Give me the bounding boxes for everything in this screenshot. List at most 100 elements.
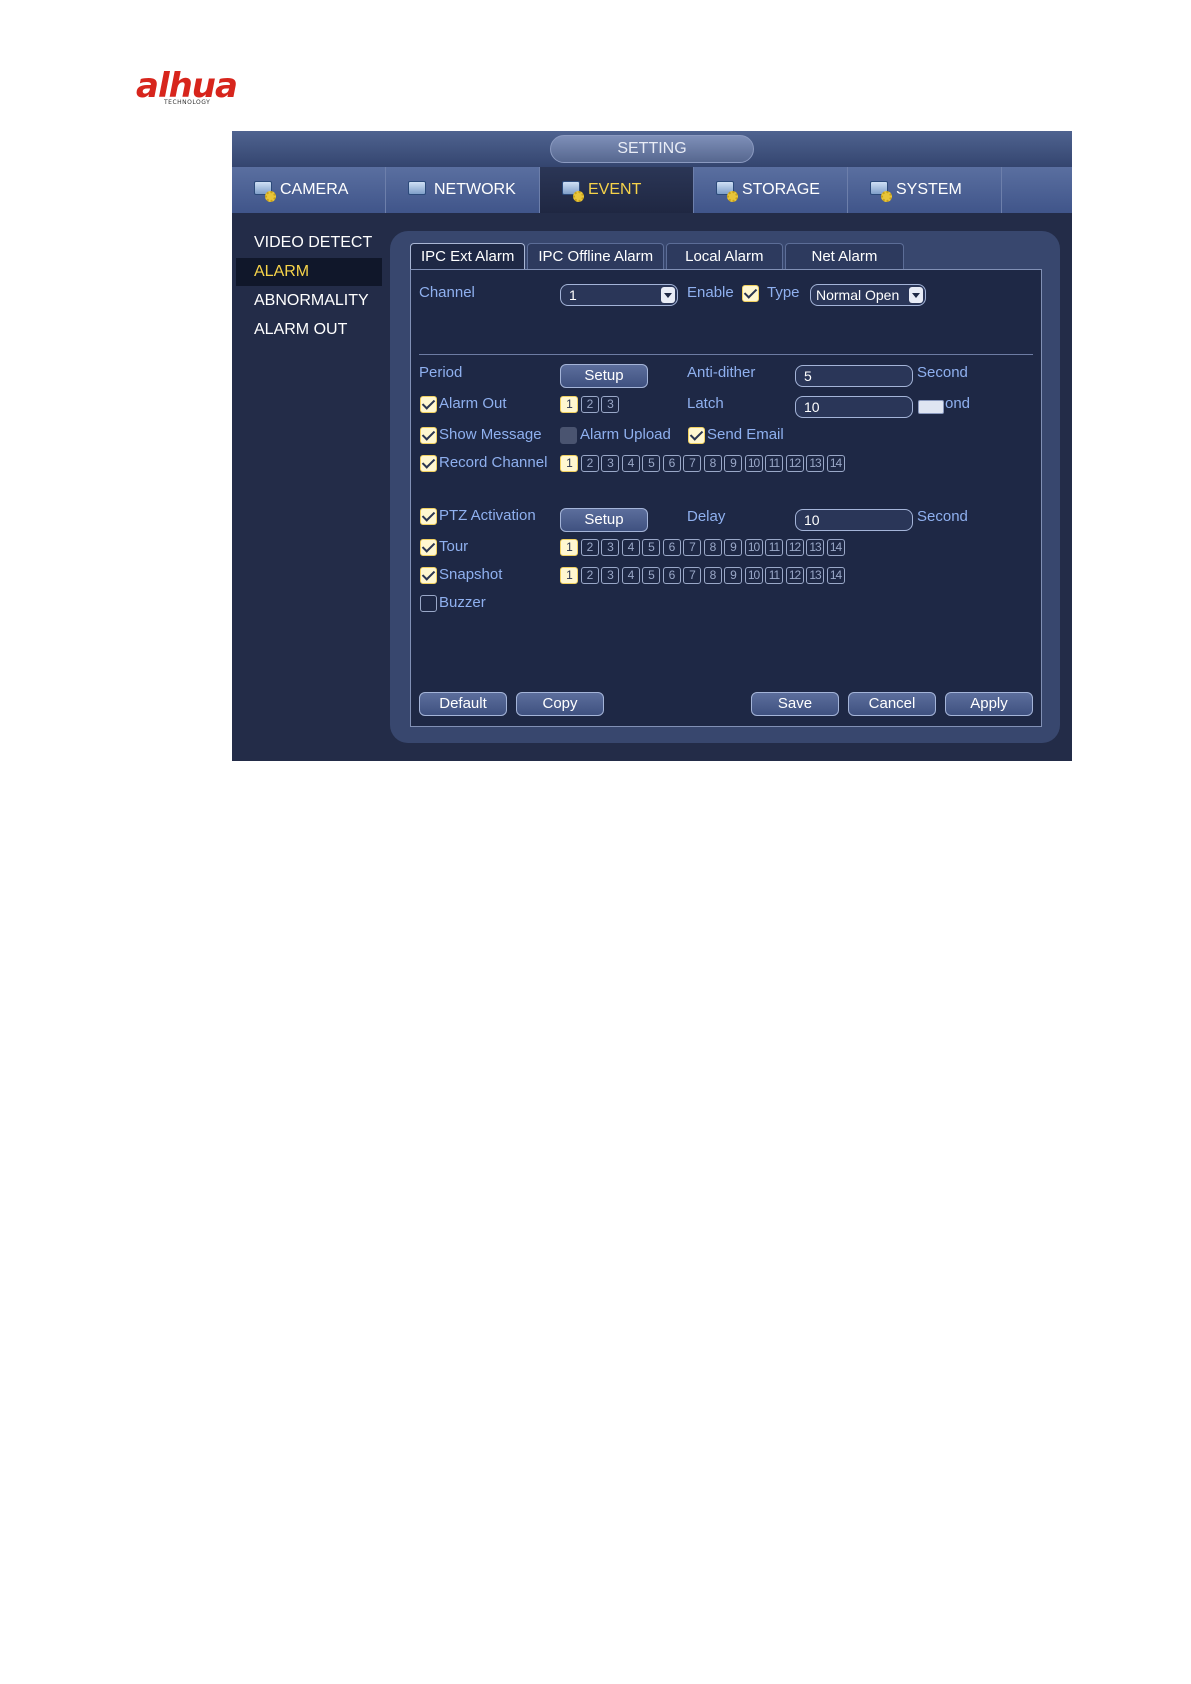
- tour-label: Tour: [439, 538, 469, 555]
- tour-channel-4[interactable]: 4: [621, 539, 640, 556]
- record-channel-13[interactable]: 13: [806, 455, 824, 472]
- tour-channel-12[interactable]: 12: [785, 539, 804, 556]
- tab-ipc-ext-alarm[interactable]: IPC Ext Alarm: [410, 243, 526, 269]
- tour-channel-8[interactable]: 8: [703, 539, 722, 556]
- snapshot-channel-12[interactable]: 12: [785, 567, 804, 584]
- tab-camera[interactable]: CAMERA: [232, 167, 386, 213]
- record-channel-11[interactable]: 11: [765, 455, 783, 472]
- ptz-activation-checkbox[interactable]: [420, 508, 437, 525]
- delay-input[interactable]: 10: [795, 509, 913, 531]
- record-channel-10[interactable]: 10: [744, 455, 763, 472]
- snapshot-channel-11[interactable]: 11: [765, 567, 783, 584]
- snapshot-channel-8[interactable]: 8: [703, 567, 722, 584]
- alarm-out-channel-2[interactable]: 2: [580, 396, 599, 413]
- copy-button[interactable]: Copy: [516, 692, 604, 716]
- snapshot-checkbox[interactable]: [420, 567, 437, 584]
- menu-item-alarm-out[interactable]: ALARM OUT: [236, 316, 382, 344]
- menu-item-abnormality[interactable]: ABNORMALITY: [236, 287, 382, 315]
- record-channel-6[interactable]: 6: [662, 455, 681, 472]
- tab-system[interactable]: SYSTEM: [848, 167, 1002, 213]
- apply-button[interactable]: Apply: [945, 692, 1033, 716]
- record-channel-3[interactable]: 3: [601, 455, 619, 472]
- channel-select[interactable]: 1: [560, 284, 678, 306]
- tour-channel-9[interactable]: 9: [724, 539, 742, 556]
- default-button[interactable]: Default: [419, 692, 507, 716]
- tab-event[interactable]: EVENT: [540, 167, 694, 213]
- tour-channel-2[interactable]: 2: [580, 539, 599, 556]
- record-channel-9[interactable]: 9: [724, 455, 742, 472]
- record-channel-14[interactable]: 14: [826, 455, 845, 472]
- anti-dither-input[interactable]: 5: [795, 365, 913, 387]
- snapshot-channel-5[interactable]: 5: [642, 567, 660, 584]
- enable-checkbox[interactable]: [742, 285, 759, 302]
- tab-storage[interactable]: STORAGE: [694, 167, 848, 213]
- ipc-ext-alarm-content: Channel 1 Enable Type Normal Open Period…: [410, 269, 1042, 727]
- tour-channel-5[interactable]: 5: [642, 539, 660, 556]
- record-channel-12[interactable]: 12: [785, 455, 804, 472]
- menu-item-video-detect[interactable]: VIDEO DETECT: [236, 229, 382, 257]
- snapshot-channel-4[interactable]: 4: [621, 567, 640, 584]
- tab-net-alarm[interactable]: Net Alarm: [784, 243, 905, 269]
- tour-channel-14[interactable]: 14: [826, 539, 845, 556]
- show-message-checkbox[interactable]: [420, 427, 437, 444]
- delay-unit: Second: [917, 508, 968, 525]
- cancel-button[interactable]: Cancel: [848, 692, 936, 716]
- record-channel-4[interactable]: 4: [621, 455, 640, 472]
- record-channel-5[interactable]: 5: [642, 455, 660, 472]
- delay-label: Delay: [687, 508, 726, 525]
- record-channel-8[interactable]: 8: [703, 455, 722, 472]
- enable-label: Enable: [687, 284, 734, 301]
- alarm-panel: IPC Ext Alarm IPC Offline Alarm Local Al…: [390, 231, 1060, 743]
- latch-input[interactable]: 10: [795, 396, 913, 418]
- tour-channel-13[interactable]: 13: [806, 539, 824, 556]
- snapshot-channel-10[interactable]: 10: [744, 567, 763, 584]
- chevron-down-icon: [909, 287, 923, 303]
- save-button[interactable]: Save: [751, 692, 839, 716]
- record-channel-checkbox[interactable]: [420, 455, 437, 472]
- snapshot-channel-9[interactable]: 9: [724, 567, 742, 584]
- snapshot-channel-13[interactable]: 13: [806, 567, 824, 584]
- tab-storage-label: STORAGE: [742, 181, 820, 198]
- record-channel-7[interactable]: 7: [683, 455, 701, 472]
- record-channel-1[interactable]: 1: [560, 455, 578, 472]
- tour-channel-10[interactable]: 10: [744, 539, 763, 556]
- period-setup-button[interactable]: Setup: [560, 364, 648, 388]
- channel-value: 1: [569, 287, 577, 303]
- tab-network[interactable]: NETWORK: [386, 167, 540, 213]
- menu-item-alarm[interactable]: ALARM: [236, 258, 382, 286]
- record-channel-2[interactable]: 2: [580, 455, 599, 472]
- tour-channel-1[interactable]: 1: [560, 539, 578, 556]
- snapshot-channel-6[interactable]: 6: [662, 567, 681, 584]
- channel-label: Channel: [419, 284, 475, 301]
- snapshot-channel-2[interactable]: 2: [580, 567, 599, 584]
- tour-channel-11[interactable]: 11: [765, 539, 783, 556]
- snapshot-channel-1[interactable]: 1: [560, 567, 578, 584]
- show-message-label: Show Message: [439, 426, 542, 443]
- buzzer-label: Buzzer: [439, 594, 486, 611]
- snapshot-channel-3[interactable]: 3: [601, 567, 619, 584]
- ptz-activation-label: PTZ Activation: [439, 507, 536, 524]
- send-email-checkbox[interactable]: [688, 427, 705, 444]
- anti-dither-label: Anti-dither: [687, 364, 756, 381]
- ptz-setup-button[interactable]: Setup: [560, 508, 648, 532]
- type-select[interactable]: Normal Open: [810, 284, 926, 306]
- alarm-out-checkbox[interactable]: [420, 396, 437, 413]
- alarm-upload-checkbox[interactable]: [560, 427, 577, 444]
- latch-unit: ond: [945, 395, 971, 412]
- snapshot-channel-7[interactable]: 7: [683, 567, 701, 584]
- alarm-out-channel-3[interactable]: 3: [601, 396, 619, 413]
- record-channel-list: 1 2 3 4 5 6 7 8 9 10 11 12 13 14: [560, 455, 847, 472]
- snapshot-channel-14[interactable]: 14: [826, 567, 845, 584]
- alarm-out-channel-1[interactable]: 1: [560, 396, 578, 413]
- logo-subtext: TECHNOLOGY: [164, 99, 211, 106]
- tour-checkbox[interactable]: [420, 539, 437, 556]
- chevron-down-icon: [661, 287, 675, 303]
- network-icon: [406, 178, 430, 202]
- keyboard-icon[interactable]: [918, 400, 944, 414]
- tour-channel-6[interactable]: 6: [662, 539, 681, 556]
- tour-channel-7[interactable]: 7: [683, 539, 701, 556]
- buzzer-checkbox[interactable]: [420, 595, 437, 612]
- tab-ipc-offline-alarm[interactable]: IPC Offline Alarm: [527, 243, 665, 269]
- tour-channel-3[interactable]: 3: [601, 539, 619, 556]
- tab-local-alarm[interactable]: Local Alarm: [666, 243, 783, 269]
